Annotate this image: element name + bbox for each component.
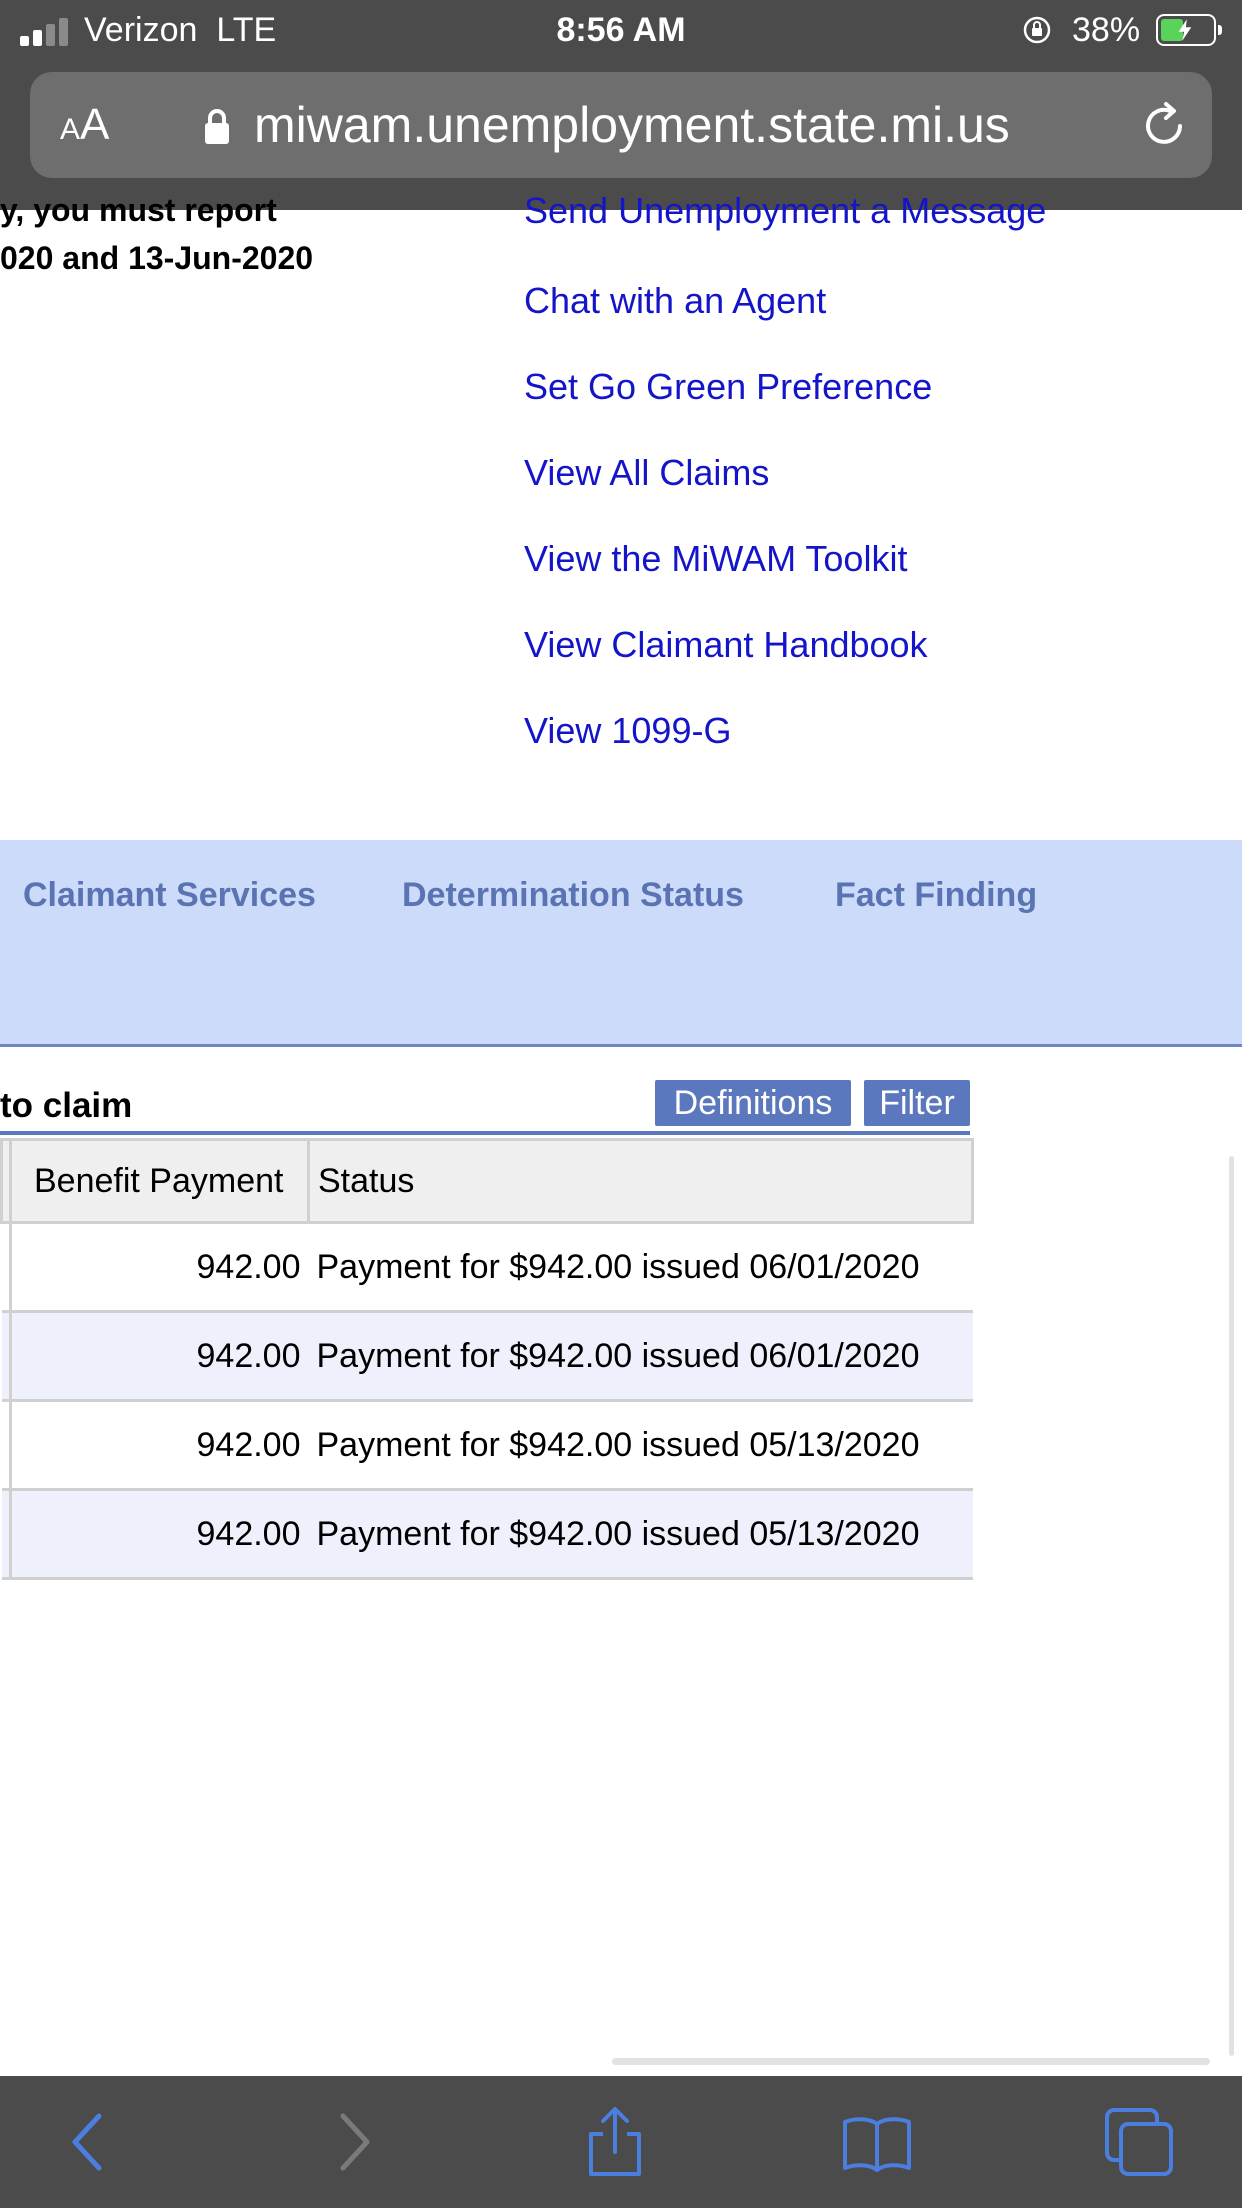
status-cell: Payment for $942.00 issued 06/01/2020 [308,1222,973,1313]
payments-table: Benefit Payment Status 942.00 Payment fo… [0,1138,974,1580]
main-nav-bar: Claimant Services Determination Status F… [0,840,1242,1047]
battery-icon [1156,14,1222,46]
reload-icon[interactable] [1136,98,1192,154]
status-cell: Payment for $942.00 issued 06/01/2020 [308,1311,973,1402]
claimant-handbook-link[interactable]: View Claimant Handbook [524,624,932,710]
browser-top-chrome: Verizon LTE 8:56 AM 38% AA miwam.unemplo… [0,0,1242,210]
cell-clipped [1,1400,12,1491]
quick-links-list: Chat with an Agent Set Go Green Preferen… [524,280,932,796]
header-benefit-payment[interactable]: Benefit Payment [9,1138,310,1224]
go-green-preference-link[interactable]: Set Go Green Preference [524,366,932,452]
cell-clipped [1,1489,12,1580]
chat-with-agent-link[interactable]: Chat with an Agent [524,280,932,366]
definitions-button[interactable]: Definitions [655,1080,851,1126]
notice-text-line-2: 020 and 13-Jun-2020 [0,240,314,276]
bookmarks-icon[interactable] [841,2106,913,2178]
table-header-row: Benefit Payment Status [0,1138,974,1224]
benefit-amount-cell: 942.00 [10,1222,309,1313]
miwam-toolkit-link[interactable]: View the MiWAM Toolkit [524,538,932,624]
table-row: 942.00 Payment for $942.00 issued 05/13/… [1,1489,973,1580]
lock-icon [205,109,229,144]
benefit-amount-cell: 942.00 [10,1400,309,1491]
battery-percent: 38% [1072,11,1141,49]
status-cell: Payment for $942.00 issued 05/13/2020 [308,1489,973,1580]
table-row: 942.00 Payment for $942.00 issued 06/01/… [1,1222,973,1313]
notice-text-line-1: y, you must report [0,192,277,228]
tabs-icon[interactable] [1103,2106,1175,2178]
filter-button[interactable]: Filter [864,1080,970,1126]
table-row: 942.00 Payment for $942.00 issued 05/13/… [1,1400,973,1491]
text-size-button[interactable]: AA [60,100,109,150]
benefit-amount-cell: 942.00 [10,1489,309,1580]
benefit-amount-cell: 942.00 [10,1311,309,1402]
status-bar: Verizon LTE 8:56 AM 38% [0,0,1242,62]
view-all-claims-link[interactable]: View All Claims [524,452,932,538]
back-icon[interactable] [55,2106,127,2178]
address-bar[interactable]: AA miwam.unemployment.state.mi.us [30,72,1212,178]
section-title: to claim [0,1086,133,1125]
status-cell: Payment for $942.00 issued 05/13/2020 [308,1400,973,1491]
forward-icon[interactable] [315,2106,387,2178]
cell-clipped [1,1311,12,1402]
section-divider [0,1131,970,1135]
share-icon[interactable] [579,2106,651,2178]
table-row: 942.00 Payment for $942.00 issued 06/01/… [1,1311,973,1402]
status-time: 8:56 AM [556,11,686,49]
send-message-link[interactable]: Send Unemployment a Message [524,190,1046,232]
header-cell-clipped [0,1138,12,1224]
url-text[interactable]: miwam.unemployment.state.mi.us [254,96,1010,154]
cell-clipped [1,1222,12,1313]
header-status[interactable]: Status [307,1138,974,1224]
browser-toolbar [0,2076,1242,2208]
tab-determination-status[interactable]: Determination Status [402,876,744,915]
tab-fact-finding[interactable]: Fact Finding [835,876,1037,915]
view-1099g-link[interactable]: View 1099-G [524,710,932,796]
horizontal-scrollbar[interactable] [612,2058,1210,2065]
tab-claimant-services[interactable]: Claimant Services [23,876,316,915]
rotation-lock-icon [1023,16,1051,44]
vertical-scrollbar[interactable] [1229,1156,1234,2056]
